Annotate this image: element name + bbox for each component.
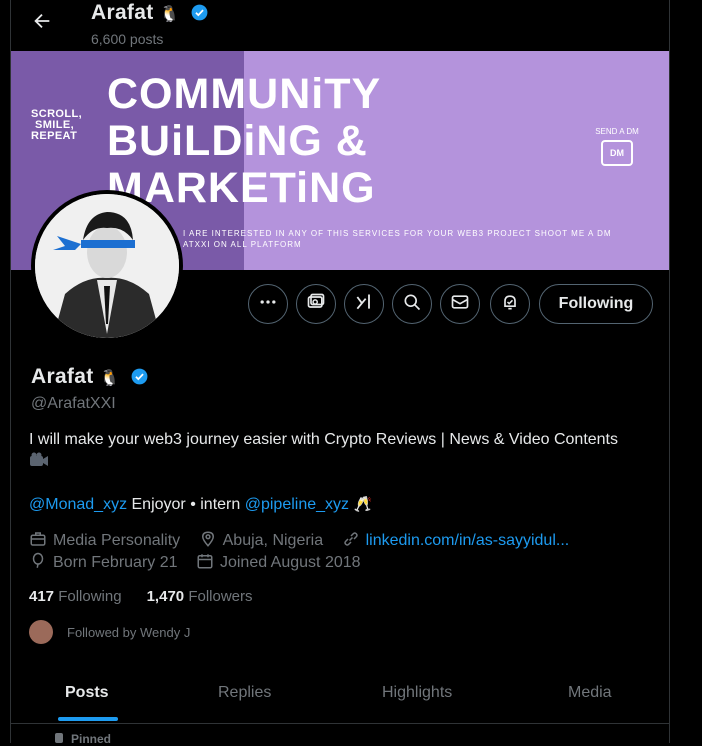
send-dm-label: SEND A DM — [595, 127, 639, 136]
calendar-icon — [197, 554, 213, 569]
header-name: Arafat — [91, 1, 154, 24]
header-emoji: 🐧 — [159, 6, 180, 23]
dm-bubble-icon: DM — [601, 140, 633, 166]
balloon-icon — [32, 552, 44, 568]
profile-avatar[interactable] — [31, 190, 183, 342]
posts-count: 6,600 posts — [91, 31, 164, 47]
top-bar: Arafat 🐧 6,600 posts — [11, 0, 669, 51]
profile-bio: I will make your web3 journey easier wit… — [29, 429, 659, 474]
notifications-button[interactable] — [490, 284, 530, 324]
profile-handle: @ArafatXXI — [31, 395, 116, 412]
message-button[interactable] — [440, 284, 480, 324]
banner-send-dm: SEND A DM DM — [587, 127, 647, 166]
followed-by-text: Followed by Wendy J — [67, 625, 191, 640]
pinned-label: Pinned — [55, 732, 111, 746]
tab-replies[interactable]: Replies — [218, 684, 271, 702]
link-icon — [343, 532, 358, 546]
banner-headline: COMMUNiTY BUiLDiNG & MARKETiNG — [107, 71, 381, 212]
joined-item: Joined August 2018 — [196, 554, 361, 571]
bio-line-2: @Monad_xyz Enjoyor • intern @pipeline_xy… — [29, 495, 372, 514]
pinned-text: Pinned — [71, 732, 112, 746]
follower-avatar — [29, 620, 53, 644]
website-item[interactable]: linkedin.com/in/as-sayyidul... — [342, 532, 570, 549]
verified-badge-icon — [131, 368, 148, 385]
joined-text: Joined August 2018 — [219, 554, 361, 571]
cheers-emoji-icon: 🥂 — [353, 496, 373, 513]
profile-meta-row-2: Born February 21 Joined August 2018 — [29, 552, 375, 572]
location-item: Abuja, Nigeria — [199, 531, 328, 549]
active-tab-indicator — [58, 717, 118, 721]
bio-line2-text: Enjoyor • intern — [127, 496, 245, 513]
following-button[interactable]: Following — [539, 284, 653, 324]
following-count: 417 — [29, 588, 55, 605]
money-icon — [307, 293, 325, 308]
following-stat[interactable]: 417 Following — [29, 588, 122, 605]
tab-media[interactable]: Media — [568, 684, 612, 702]
briefcase-icon — [30, 532, 46, 546]
location-text: Abuja, Nigeria — [222, 532, 324, 549]
followed-by[interactable]: Followed by Wendy J — [29, 620, 190, 644]
bell-icon — [504, 295, 516, 310]
location-pin-icon — [201, 531, 214, 547]
category-item: Media Personality — [29, 532, 185, 549]
banner-small-line-2: ATXXI ON ALL PLATFORM — [183, 240, 302, 249]
grok-button[interactable] — [344, 284, 384, 324]
camera-emoji-icon — [29, 452, 659, 474]
tab-posts[interactable]: Posts — [65, 684, 109, 702]
more-options-button[interactable] — [248, 284, 288, 324]
profile-name-emoji: 🐧 — [99, 370, 120, 387]
banner-small-line-1: I ARE INTERESTED IN ANY OF THIS SERVICES… — [183, 229, 612, 238]
mail-icon — [451, 295, 469, 309]
header-title: Arafat 🐧 — [91, 1, 209, 25]
subscribe-button[interactable] — [296, 284, 336, 324]
bio-text: I will make your web3 journey easier wit… — [29, 431, 618, 448]
banner-small-text: I ARE INTERESTED IN ANY OF THIS SERVICES… — [183, 228, 663, 250]
following-label: Following — [58, 588, 122, 605]
pin-icon — [55, 733, 63, 743]
category-text: Media Personality — [53, 532, 181, 549]
followers-count: 1,470 — [146, 588, 185, 605]
back-arrow-icon[interactable] — [31, 10, 53, 32]
profile-name-text: Arafat — [31, 365, 94, 388]
banner-tagline: SCROLL, SMILE, REPEAT — [31, 109, 82, 142]
website-link[interactable]: linkedin.com/in/as-sayyidul... — [366, 532, 570, 549]
headline-line-1: COMMUNiTY — [107, 70, 382, 118]
headline-line-2: BUiLDiNG & — [107, 117, 368, 165]
search-icon — [404, 294, 421, 311]
profile-tabs: Posts Replies Highlights Media — [11, 660, 669, 724]
mention-monad[interactable]: @Monad_xyz — [29, 496, 127, 513]
tagline-line-3: REPEAT — [31, 130, 78, 142]
followers-label: Followers — [188, 588, 253, 605]
followers-stat[interactable]: 1,470 Followers — [147, 588, 253, 605]
mention-pipeline[interactable]: @pipeline_xyz — [245, 496, 349, 513]
avatar-image — [35, 194, 179, 338]
profile-meta-row-1: Media Personality Abuja, Nigeria linkedi… — [29, 530, 583, 550]
birthday-item: Born February 21 — [29, 552, 182, 571]
verified-badge-icon — [191, 4, 208, 21]
more-dots-icon — [260, 300, 276, 304]
profile-name: Arafat 🐧 — [31, 365, 149, 389]
profile-column: Arafat 🐧 6,600 posts SCROLL, SMILE, REPE… — [10, 0, 670, 746]
birthday-text: Born February 21 — [53, 554, 178, 571]
tab-highlights[interactable]: Highlights — [382, 684, 452, 702]
follow-stats: 417 Following 1,470 Followers — [29, 588, 253, 605]
grok-icon — [356, 294, 370, 310]
search-profile-button[interactable] — [392, 284, 432, 324]
